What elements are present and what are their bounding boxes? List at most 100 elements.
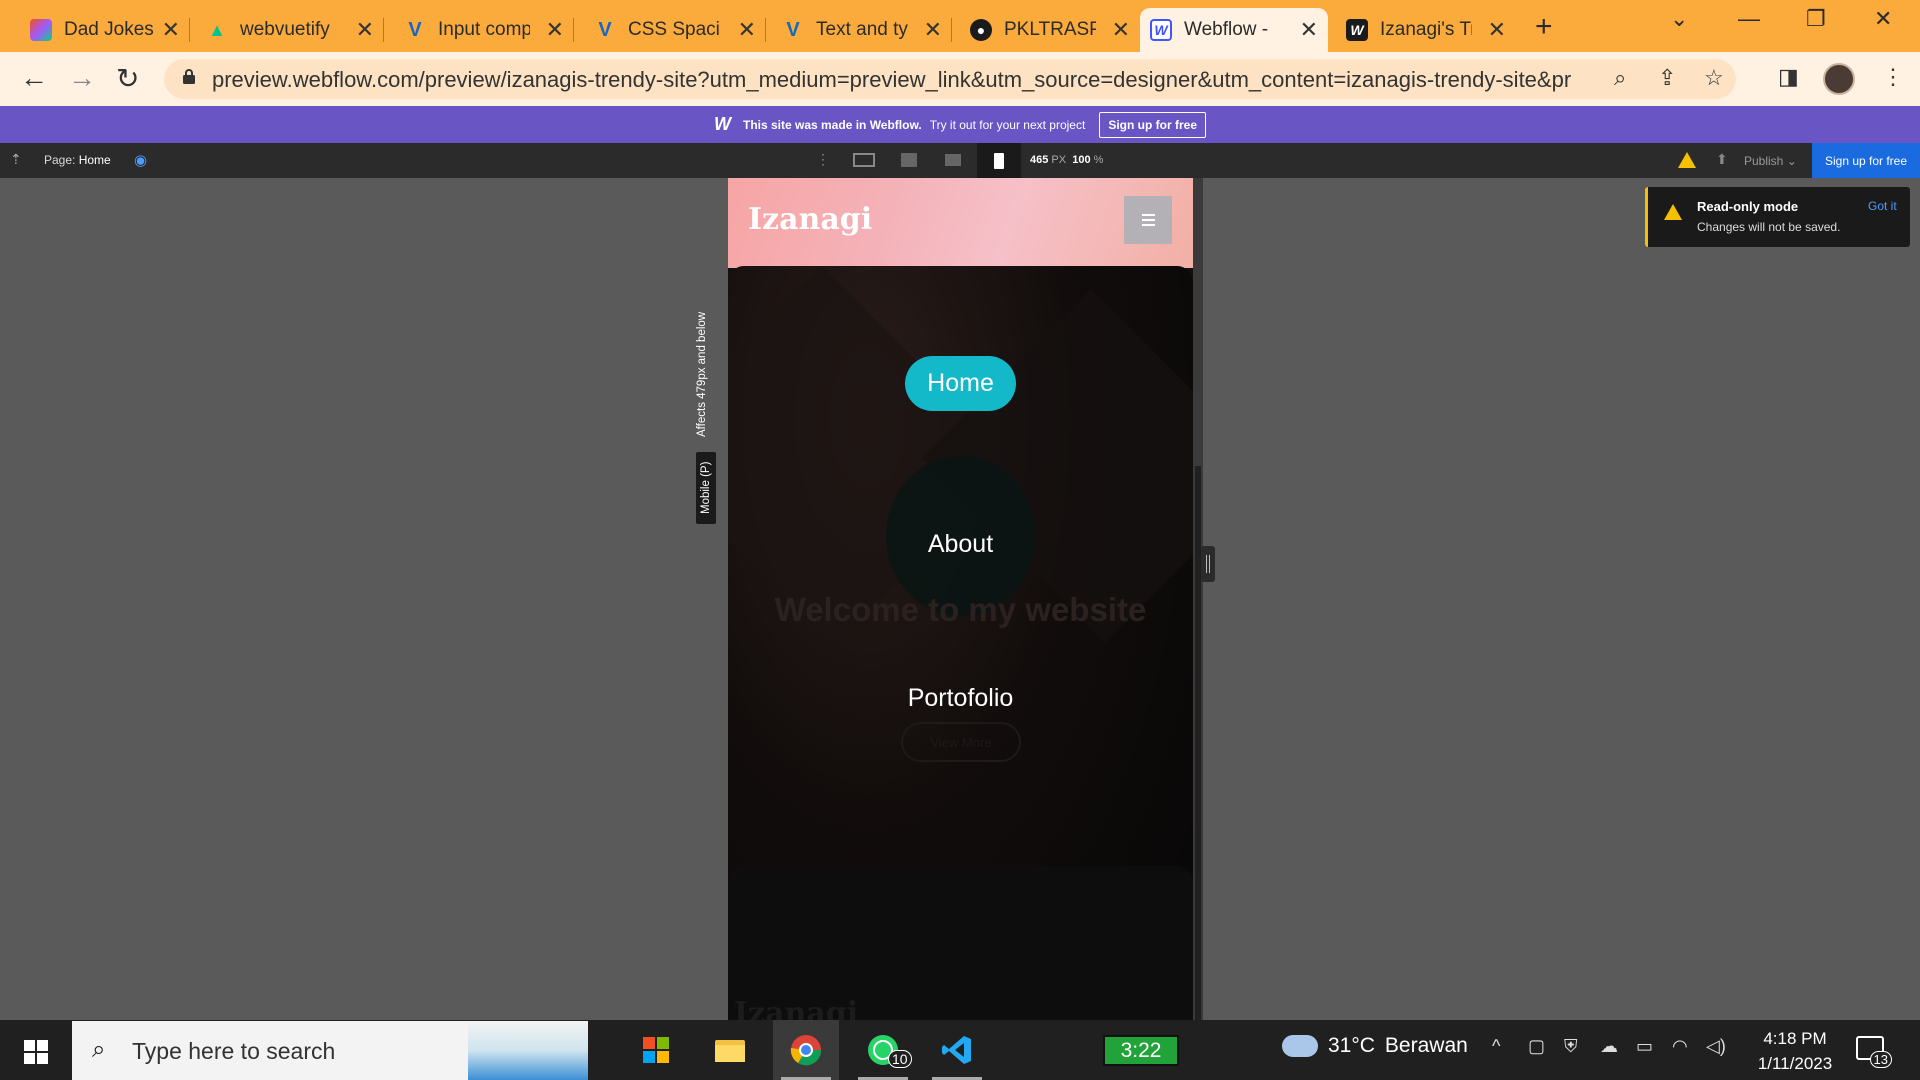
desktop-breakpoint-icon[interactable] bbox=[896, 148, 922, 172]
back-icon[interactable]: ← bbox=[20, 62, 48, 94]
breakpoint-indicator: Affects 479px and below Mobile (P) bbox=[696, 300, 716, 524]
notification-center-icon[interactable]: 13 bbox=[1856, 1036, 1892, 1068]
close-icon[interactable]: ✕ bbox=[1300, 17, 1318, 43]
tab-label: Text and ty bbox=[816, 19, 908, 40]
vscode-icon[interactable] bbox=[924, 1020, 990, 1080]
tab-input-components[interactable]: V Input comp ✕ bbox=[394, 8, 574, 52]
mobile-portrait-breakpoint-icon[interactable] bbox=[977, 143, 1021, 178]
whatsapp-badge: 10 bbox=[888, 1050, 912, 1068]
page-selector[interactable]: Page: Home bbox=[44, 153, 111, 167]
close-icon[interactable]: ✕ bbox=[162, 17, 180, 43]
vuetify-icon: V bbox=[786, 18, 800, 41]
read-only-toast: Read-only mode Changes will not be saved… bbox=[1645, 187, 1910, 247]
reload-icon[interactable]: ↻ bbox=[116, 62, 139, 95]
tab-label: Webflow - bbox=[1184, 19, 1269, 40]
page-label: Page: bbox=[44, 153, 76, 167]
taskbar-search-box[interactable]: ⌕ Type here to search bbox=[72, 1021, 588, 1080]
share-icon[interactable]: ⇪ bbox=[1658, 65, 1676, 91]
nav-link-home[interactable]: Home bbox=[728, 356, 1193, 411]
whatsapp-icon[interactable]: 10 bbox=[850, 1020, 916, 1080]
hamburger-menu-button[interactable] bbox=[1124, 196, 1172, 244]
volume-icon[interactable]: ◁) bbox=[1706, 1036, 1726, 1057]
desktop-large-breakpoint-icon[interactable] bbox=[851, 148, 877, 172]
webflow-logo-icon: W bbox=[713, 114, 731, 134]
tablet-breakpoint-icon[interactable] bbox=[940, 148, 966, 172]
tab-github-pkltraspa[interactable]: ● PKLTRASPA ✕ bbox=[960, 8, 1140, 52]
publish-button[interactable]: Publish ⌄ bbox=[1744, 154, 1797, 168]
more-options-icon[interactable]: ⋮ bbox=[816, 151, 830, 168]
github-icon: ● bbox=[970, 19, 992, 41]
designer-signup-button[interactable]: Sign up for free bbox=[1812, 143, 1920, 178]
tab-css-spacing[interactable]: V CSS Spacin ✕ bbox=[584, 8, 766, 52]
webflow-made-in-banner: W This site was made in Webflow. Try it … bbox=[0, 106, 1920, 143]
clock-time: 4:18 PM bbox=[1763, 1029, 1827, 1048]
taskbar-clock[interactable]: 4:18 PM 1/11/2023 bbox=[1740, 1026, 1850, 1076]
notification-count: 13 bbox=[1869, 1051, 1892, 1068]
breakpoint-mode-label: Mobile (P) bbox=[696, 452, 716, 524]
lock-icon bbox=[183, 69, 195, 84]
search-highlight-image bbox=[468, 1021, 588, 1080]
nav-link-about[interactable]: About bbox=[728, 530, 1193, 559]
preview-eye-icon[interactable]: ◉ bbox=[134, 151, 147, 169]
tab-izanagis-trendy-site[interactable]: W Izanagi's Tr ✕ bbox=[1336, 8, 1516, 52]
meet-now-icon[interactable]: ▢ bbox=[1528, 1036, 1545, 1057]
windows-taskbar: ⌕ Type here to search 10 3:22 31°C Beraw… bbox=[0, 1020, 1920, 1080]
weather-widget[interactable]: 31°C Berawan bbox=[1282, 1034, 1468, 1058]
toast-dismiss-button[interactable]: Got it bbox=[1868, 199, 1897, 213]
toast-title: Read-only mode bbox=[1697, 199, 1799, 214]
tab-webvuetify[interactable]: ▲ webvuetify ✕ bbox=[196, 8, 384, 52]
nav-link-portofolio[interactable]: Portofolio bbox=[728, 684, 1193, 713]
minimize-icon[interactable]: — bbox=[1738, 6, 1760, 32]
close-icon[interactable]: ✕ bbox=[924, 17, 942, 43]
windows-start-icon[interactable] bbox=[24, 1040, 48, 1064]
banner-signup-button[interactable]: Sign up for free bbox=[1099, 111, 1206, 138]
canvas-resize-handle[interactable] bbox=[1201, 546, 1215, 582]
onedrive-icon[interactable]: ☁ bbox=[1600, 1036, 1618, 1057]
close-window-icon[interactable]: ✕ bbox=[1874, 6, 1892, 32]
close-icon[interactable]: ✕ bbox=[356, 17, 374, 43]
forward-icon[interactable]: → bbox=[68, 62, 96, 94]
export-icon[interactable]: ⇡ bbox=[10, 151, 22, 168]
restore-icon[interactable]: ❐ bbox=[1806, 6, 1826, 32]
wifi-icon[interactable]: ◠ bbox=[1672, 1036, 1688, 1057]
security-icon[interactable]: ⛨ bbox=[1564, 1036, 1578, 1057]
tab-label: webvuetify bbox=[240, 19, 330, 40]
nav-home-label: Home bbox=[905, 356, 1016, 411]
preview-scrollbar[interactable] bbox=[1193, 178, 1203, 1020]
profile-avatar[interactable] bbox=[1823, 63, 1855, 95]
close-icon[interactable]: ✕ bbox=[1112, 17, 1130, 43]
tab-dad-jokes[interactable]: Dad Jokes - ✕ bbox=[20, 8, 190, 52]
tab-webflow[interactable]: W Webflow - ✕ bbox=[1140, 8, 1328, 52]
file-explorer-icon[interactable] bbox=[697, 1020, 763, 1080]
temperature: 31°C bbox=[1328, 1034, 1375, 1057]
zoom-icon[interactable]: ⌕ bbox=[1614, 65, 1626, 91]
warning-icon[interactable] bbox=[1678, 152, 1696, 168]
webflow-icon: W bbox=[1346, 19, 1368, 41]
tab-separator bbox=[573, 18, 574, 42]
cloud-icon bbox=[1282, 1035, 1318, 1057]
microsoft-store-icon[interactable] bbox=[623, 1020, 689, 1080]
search-placeholder: Type here to search bbox=[132, 1038, 336, 1064]
tab-text-and-typography[interactable]: V Text and ty ✕ bbox=[772, 8, 952, 52]
bookmark-star-icon[interactable]: ☆ bbox=[1704, 65, 1724, 91]
close-icon[interactable]: ✕ bbox=[546, 17, 564, 43]
publish-rocket-icon: ⬆ bbox=[1716, 151, 1728, 167]
side-panel-icon[interactable]: ◨ bbox=[1778, 64, 1799, 90]
tab-separator bbox=[383, 18, 384, 42]
warning-icon bbox=[1664, 204, 1682, 220]
battery-timer-widget[interactable]: 3:22 bbox=[1103, 1035, 1179, 1066]
show-hidden-icons-icon[interactable]: ^ bbox=[1492, 1036, 1500, 1057]
tab-search-icon[interactable]: ⌄ bbox=[1670, 6, 1688, 32]
close-icon[interactable]: ✕ bbox=[738, 17, 756, 43]
close-icon[interactable]: ✕ bbox=[1488, 17, 1506, 43]
address-bar[interactable]: preview.webflow.com/preview/izanagis-tre… bbox=[164, 59, 1736, 99]
tab-separator bbox=[189, 18, 190, 42]
designer-top-bar: ⇡ Page: Home ◉ ⋮ 465 PX 100 % ⬆ Publish … bbox=[0, 143, 1920, 178]
site-brand-logo[interactable]: Izanagi bbox=[748, 202, 872, 237]
new-tab-button[interactable]: + bbox=[1535, 10, 1553, 44]
browser-tab-strip: Dad Jokes - ✕ ▲ webvuetify ✕ V Input com… bbox=[0, 0, 1920, 52]
browser-menu-icon[interactable]: ⋮ bbox=[1882, 64, 1904, 90]
chrome-icon[interactable] bbox=[773, 1020, 839, 1080]
canvas-width-unit: PX bbox=[1051, 154, 1067, 166]
battery-icon[interactable]: ▭ bbox=[1636, 1036, 1653, 1057]
